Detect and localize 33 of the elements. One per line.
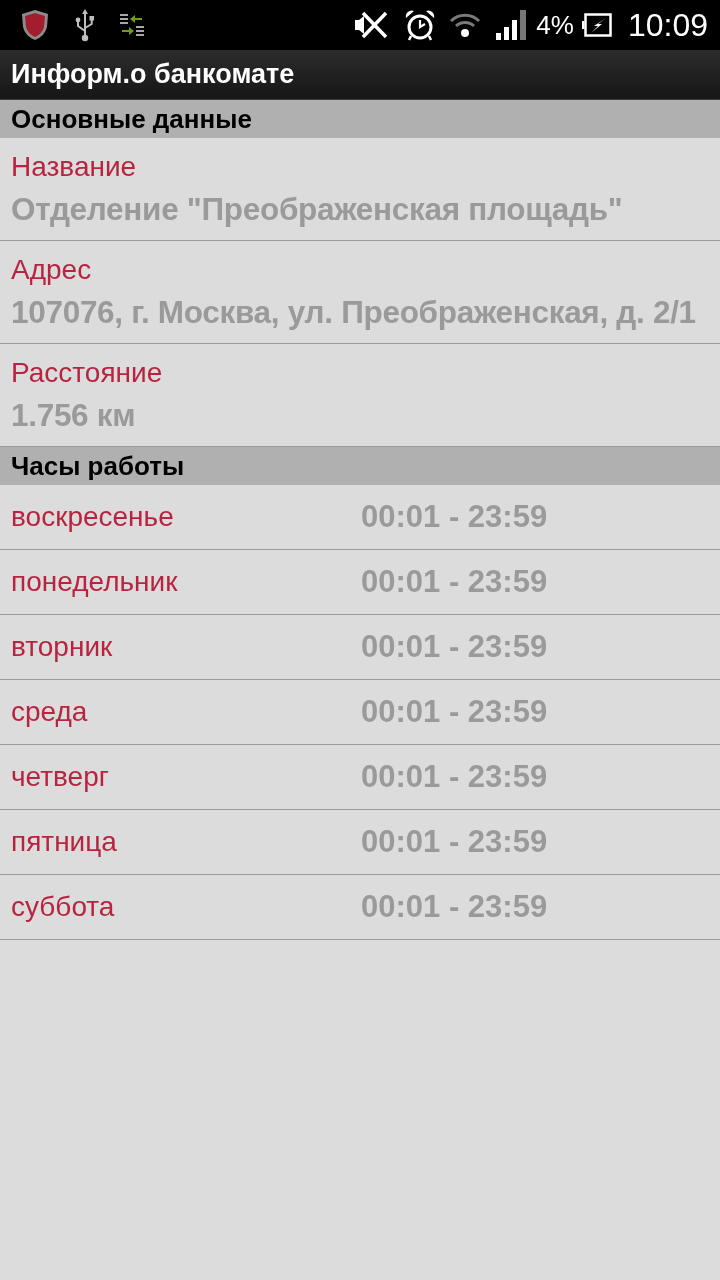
muted-sound-icon [355,10,390,40]
opening-hours: 00:01 - 23:59 [361,889,548,925]
weekday-label: четверг [11,761,109,793]
wifi-icon [449,11,482,39]
clock-time: 10:09 [627,6,708,44]
field-value: 107076, г. Москва, ул. Преображенская, д. 2/1 [11,294,696,330]
field-value: Отделение "Преображенская площадь" [11,191,623,227]
alarm-clock-icon [404,9,437,41]
opening-hours: 00:01 - 23:59 [361,694,548,730]
battery-charging-icon [581,13,612,37]
section-title: Часы работы [11,450,185,482]
data-transfer-icon [120,13,144,37]
weekday-label: вторник [11,631,113,663]
screen-title: Информ.о банкомате [11,59,295,90]
opening-hours: 00:01 - 23:59 [361,564,548,600]
usb-icon [75,8,95,42]
section-title: Основные данные [11,103,252,135]
opening-hours: 00:01 - 23:59 [361,629,548,665]
field-label: Адрес [11,254,92,286]
opening-hours: 00:01 - 23:59 [361,499,548,535]
weekday-label: суббота [11,891,115,923]
signal-icon [496,10,527,40]
opening-hours: 00:01 - 23:59 [361,759,548,795]
field-label: Название [11,151,137,183]
opening-hours: 00:01 - 23:59 [361,824,548,860]
weekday-label: понедельник [11,566,178,598]
field-value: 1.756 км [11,397,136,433]
weekday-label: воскресенье [11,501,174,533]
field-label: Расстояние [11,357,163,389]
weekday-label: среда [11,696,88,728]
battery-percent: 4% [536,9,574,41]
weekday-label: пятница [11,826,117,858]
shield-icon [20,9,50,41]
